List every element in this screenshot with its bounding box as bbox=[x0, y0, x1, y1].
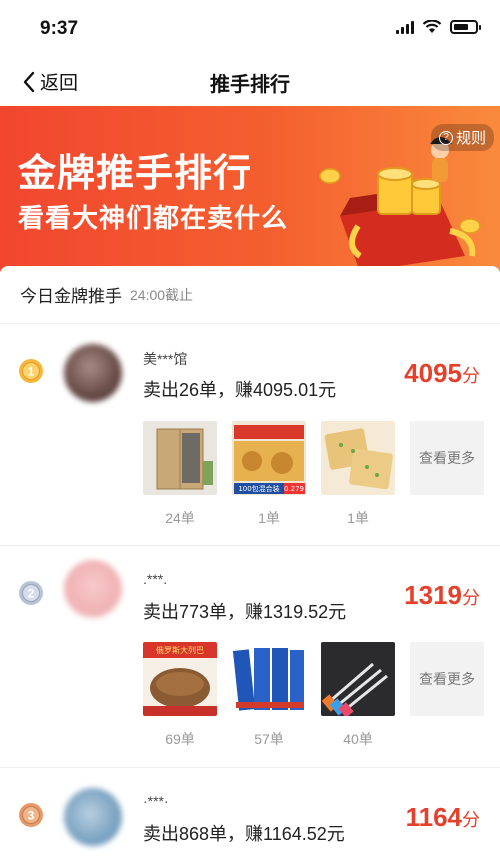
score-unit: 分 bbox=[462, 810, 480, 830]
view-more-button[interactable]: 查看更多 bbox=[410, 642, 484, 716]
status-icons bbox=[396, 20, 481, 34]
score-value: 1319分 bbox=[404, 580, 480, 611]
rules-button[interactable]: ? 规则 bbox=[430, 124, 494, 151]
user-name: 美***馆 bbox=[143, 351, 188, 367]
medal-rank: 3 bbox=[28, 809, 35, 823]
ranking-cutoff: 24:00截止 bbox=[130, 286, 194, 303]
product-thumbnails: 俄罗斯大列巴 69单 57单 40单 查看更多 bbox=[143, 642, 484, 749]
avatar[interactable] bbox=[64, 560, 122, 618]
avatar[interactable] bbox=[64, 344, 122, 402]
ranking-panel: 今日金牌推手 24:00截止 1 美***馆 卖出26单，赚4095.01元 4… bbox=[0, 266, 500, 865]
ranking-row[interactable]: 2 .***. 卖出773单，赚1319.52元 1319分 俄罗斯大列巴 69… bbox=[0, 546, 500, 768]
sales-summary: 卖出868单，赚1164.52元 bbox=[143, 824, 345, 844]
status-bar: 9:37 bbox=[0, 0, 500, 58]
view-more-button[interactable]: 查看更多 bbox=[410, 421, 484, 495]
product-image bbox=[143, 421, 217, 495]
wifi-icon bbox=[422, 20, 442, 33]
product-order-count: 57单 bbox=[254, 731, 284, 747]
ranking-header: 今日金牌推手 24:00截止 bbox=[0, 266, 500, 324]
user-name: .***. bbox=[143, 571, 168, 587]
product-item[interactable]: 1单 bbox=[321, 421, 395, 528]
sales-summary: 卖出773单，赚1319.52元 bbox=[143, 602, 347, 622]
status-time: 9:37 bbox=[40, 18, 79, 39]
medal-rank: 2 bbox=[28, 587, 35, 601]
product-price-badge: 0.279 bbox=[284, 485, 304, 493]
ranking-header-title: 今日金牌推手 bbox=[20, 287, 122, 306]
nav-bar: 返回 推手排行 bbox=[0, 58, 500, 106]
banner-title: 金牌推手排行 bbox=[18, 153, 253, 195]
score-value: 1164分 bbox=[406, 802, 480, 833]
product-image bbox=[321, 421, 395, 495]
product-order-count: 24单 bbox=[165, 510, 195, 526]
medal-rank: 1 bbox=[28, 365, 35, 379]
score-unit: 分 bbox=[462, 366, 480, 386]
product-overlay-text: 俄罗斯大列巴 bbox=[156, 645, 204, 655]
product-item[interactable]: 24单 bbox=[143, 421, 217, 528]
product-order-count: 1单 bbox=[258, 510, 280, 526]
product-item[interactable]: 40单 bbox=[321, 642, 395, 749]
signal-icon bbox=[396, 20, 414, 34]
avatar[interactable] bbox=[64, 788, 122, 846]
score-number: 4095 bbox=[404, 358, 462, 388]
product-image bbox=[232, 642, 306, 716]
promo-banner: 金牌推手排行 看看大神们都在卖什么 ? 规则 bbox=[0, 106, 500, 272]
product-image bbox=[321, 642, 395, 718]
product-item[interactable]: 100包混合装 0.279 1单 bbox=[232, 421, 306, 528]
product-image: 俄罗斯大列巴 bbox=[143, 642, 217, 716]
score-unit: 分 bbox=[462, 588, 480, 608]
product-thumbnails: 24单 100包混合装 0.279 1单 1单 查看更多 bbox=[143, 421, 484, 528]
product-item[interactable]: 俄罗斯大列巴 69单 bbox=[143, 642, 217, 749]
score-number: 1164 bbox=[405, 802, 462, 832]
product-order-count: 1单 bbox=[347, 510, 369, 526]
rules-label: 规则 bbox=[455, 130, 486, 147]
product-item[interactable]: 57单 bbox=[232, 642, 306, 749]
score-value: 4095分 bbox=[404, 358, 480, 389]
score-number: 1319 bbox=[404, 580, 462, 610]
product-image: 100包混合装 0.279 bbox=[232, 421, 306, 495]
product-order-count: 40单 bbox=[343, 731, 373, 747]
silver-medal-icon: 2 bbox=[19, 581, 43, 605]
battery-icon bbox=[450, 20, 481, 34]
product-order-count: 69单 bbox=[165, 731, 195, 747]
ranking-row[interactable]: 3 ·***· 卖出868单，赚1164.52元 1164分 bbox=[0, 768, 500, 865]
sales-summary: 卖出26单，赚4095.01元 bbox=[143, 380, 337, 400]
ranking-row[interactable]: 1 美***馆 卖出26单，赚4095.01元 4095分 24单 100包混合… bbox=[0, 324, 500, 546]
user-name: ·***· bbox=[143, 793, 169, 809]
question-icon: ? bbox=[438, 130, 453, 145]
banner-subtitle: 看看大神们都在卖什么 bbox=[18, 203, 289, 233]
bronze-medal-icon: 3 bbox=[19, 803, 43, 827]
page-title: 推手排行 bbox=[210, 74, 290, 96]
product-overlay-text: 100包混合装 bbox=[238, 484, 279, 493]
gold-medal-icon: 1 bbox=[19, 359, 43, 383]
